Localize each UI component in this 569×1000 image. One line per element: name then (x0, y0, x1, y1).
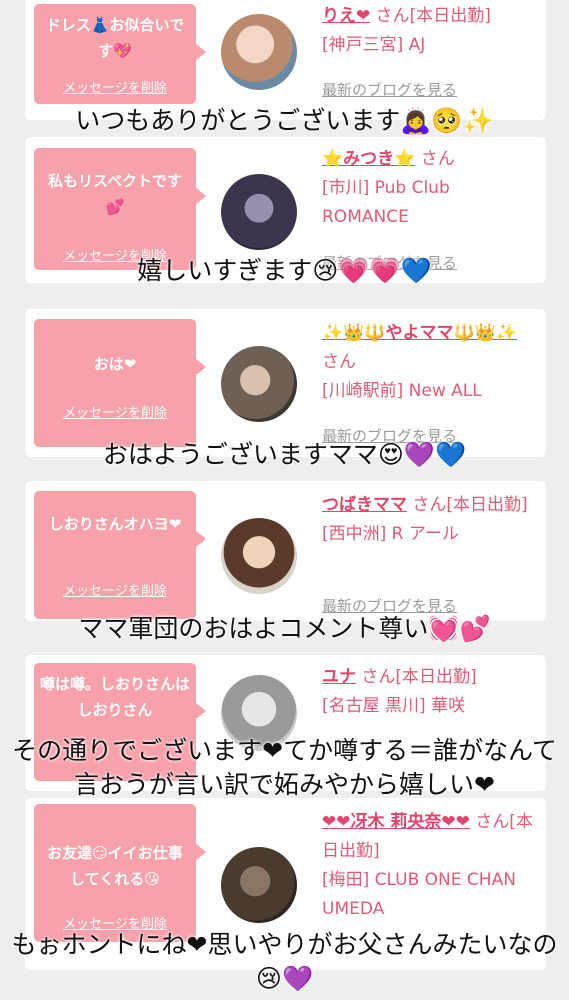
avatar[interactable] (221, 14, 297, 90)
message-bubble: お友達😏イイお仕事してくれる😘 メッセージを削除 (34, 804, 206, 942)
overlay-caption: 嬉しいすぎます😢💗💗💙 (137, 256, 432, 285)
cast-name-link[interactable]: ❤❤冴木 莉央奈❤❤ (322, 812, 470, 832)
message-bubble: おは❤ メッセージを削除 (34, 319, 206, 447)
message-card: しおりさんオハヨ❤ メッセージを削除 つばきママ さん[本日出勤] [西中洲] … (25, 481, 546, 621)
overlay-caption: いつもありがとうございます🙇‍♀️🥺✨ (75, 106, 494, 135)
overlay-caption: その通りでございます❤てか噂する＝誰がなんて言おうが言い訳で妬みやから嬉しい❤ (12, 736, 557, 799)
delete-message-link[interactable]: メッセージを削除 (34, 401, 196, 427)
message-text: 噂は噂。しおりさんはしおりさん (40, 675, 191, 719)
latest-blog-link[interactable]: 最新のブログを見る (322, 79, 457, 100)
shop-link[interactable]: [名古屋 黒川] 華咲 (322, 696, 465, 716)
cast-name-link[interactable]: ⭐みつき⭐ (322, 149, 415, 169)
message-text: お友達😏イイお仕事してくれる😘 (47, 844, 183, 888)
avatar[interactable] (221, 174, 297, 250)
cast-name-link[interactable]: ユナ (322, 667, 356, 687)
shop-link[interactable]: [梅田] CLUB ONE CHAN UMEDA (322, 870, 516, 919)
avatar[interactable] (221, 346, 297, 422)
shop-link[interactable]: [市川] Pub Club ROMANCE (322, 178, 450, 227)
overlay-caption: もぉホントにね❤思いやりがお父さんみたいなの😢💜 (11, 930, 558, 993)
cast-name-link[interactable]: ✨👑🔱やよママ🔱👑✨ (322, 323, 517, 343)
avatar[interactable] (221, 847, 297, 923)
message-card: おは❤ メッセージを削除 ✨👑🔱やよママ🔱👑✨ さん [川崎駅前] New AL… (25, 309, 546, 457)
message-text: 私もリスペクトです💕 (48, 172, 182, 216)
cast-suffix: さん[本日出勤] (375, 6, 491, 26)
overlay-caption: ママ軍団のおはよコメント尊い💓💕 (78, 614, 491, 643)
shop-link[interactable]: [西中洲] R アール (322, 524, 459, 544)
cast-suffix: さん[本日出勤] (412, 495, 528, 515)
avatar[interactable] (221, 518, 297, 594)
overlay-caption: おはようございますママ😍💜💙 (102, 440, 467, 469)
shop-link[interactable]: [川崎駅前] New ALL (322, 381, 482, 401)
message-bubble: しおりさんオハヨ❤ メッセージを削除 (34, 491, 206, 619)
cast-suffix: さん (322, 352, 356, 372)
message-bubble: ドレス👗お似合いです💖 メッセージを削除 (34, 4, 206, 104)
message-text: ドレス👗お似合いです💖 (45, 16, 185, 60)
cast-name-link[interactable]: りえ❤ (322, 6, 370, 26)
cast-suffix: さん[本日出勤] (361, 667, 477, 687)
delete-message-link[interactable]: メッセージを削除 (34, 579, 196, 605)
message-text: しおりさんオハヨ❤ (48, 515, 182, 533)
cast-name-link[interactable]: つばきママ (322, 495, 407, 515)
message-bubble: 私もリスペクトです💕 メッセージを削除 (34, 148, 206, 270)
message-text: おは❤ (93, 355, 137, 373)
shop-link[interactable]: [神戸三宮] AJ (322, 35, 425, 55)
cast-suffix: さん (420, 149, 455, 169)
delete-message-link[interactable]: メッセージを削除 (34, 76, 196, 102)
message-card: ドレス👗お似合いです💖 メッセージを削除 りえ❤ さん[本日出勤] [神戸三宮]… (25, 0, 546, 120)
